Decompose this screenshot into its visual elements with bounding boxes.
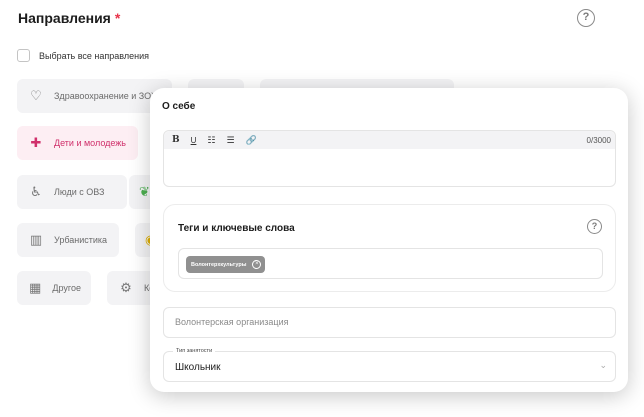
heart-pulse-icon: ♡ xyxy=(30,88,42,103)
numbered-list-icon[interactable]: ☰ xyxy=(226,135,234,146)
about-editor[interactable]: B U ☷ ☰ 🔗 0/3000 xyxy=(163,130,616,187)
char-counter: 0/3000 xyxy=(586,135,611,145)
about-title: О себе xyxy=(162,101,196,112)
tag-chip: Волонтерхкультуры × xyxy=(186,256,266,273)
checkbox-box[interactable] xyxy=(17,49,30,62)
tags-section: Теги и ключевые слова ? Волонтерхкультур… xyxy=(163,204,616,292)
chip-disabilities[interactable]: ♿ Люди с ОВЗ xyxy=(17,175,127,209)
about-modal: О себе B U ☷ ☰ 🔗 0/3000 Теги и ключевые … xyxy=(150,88,628,392)
chip-health[interactable]: ♡ Здравоохранение и ЗОЖ xyxy=(17,79,172,113)
tags-title: Теги и ключевые слова xyxy=(178,223,295,234)
employment-value: Школьник xyxy=(175,362,221,373)
chip-urbanism[interactable]: ▥ Урбанистика xyxy=(17,223,119,257)
sprout-icon: ❦ xyxy=(139,184,150,199)
chip-label: Другое xyxy=(52,283,81,293)
select-all-checkbox[interactable]: Выбрать все направления xyxy=(17,49,149,62)
section-title-text: Направления xyxy=(18,10,111,26)
buildings-icon: ▥ xyxy=(29,232,43,247)
children-icon: ✚ xyxy=(30,135,42,150)
organization-input[interactable]: Волонтерская организация xyxy=(163,307,616,338)
chip-other[interactable]: ▦ Другое xyxy=(17,271,91,305)
bold-button[interactable]: B xyxy=(172,135,180,145)
tag-label: Волонтерхкультуры xyxy=(191,261,247,268)
gear-icon: ⚙ xyxy=(120,280,132,295)
chevron-down-icon[interactable]: ⌄ xyxy=(599,360,607,371)
employment-select[interactable]: Тип занятости Школьник ⌄ xyxy=(163,348,616,382)
wheelchair-icon: ♿ xyxy=(30,184,42,199)
editor-toolbar: B U ☷ ☰ 🔗 0/3000 xyxy=(164,131,615,149)
chip-label: Урбанистика xyxy=(54,235,108,245)
chip-label: Люди с ОВЗ xyxy=(54,187,105,197)
question-circle-icon[interactable]: ? xyxy=(587,219,602,234)
link-icon[interactable]: 🔗 xyxy=(246,135,257,146)
select-all-label: Выбрать все направления xyxy=(39,50,149,61)
employment-label: Тип занятости xyxy=(173,348,216,354)
help-icon[interactable]: ? xyxy=(577,9,595,27)
section-title: Направления * xyxy=(18,10,120,26)
chip-label: Дети и молодежь xyxy=(54,138,126,148)
remove-tag-icon[interactable]: × xyxy=(252,260,262,269)
chip-children-youth[interactable]: ✚ Дети и молодежь xyxy=(17,126,138,160)
tags-input[interactable]: Волонтерхкультуры × xyxy=(178,248,603,279)
underline-button[interactable]: U xyxy=(191,136,197,145)
grid-icon: ▦ xyxy=(29,280,42,295)
required-mark: * xyxy=(114,10,121,26)
chip-label: Здравоохранение и ЗОЖ xyxy=(54,91,160,101)
bullet-list-icon[interactable]: ☷ xyxy=(207,135,215,146)
